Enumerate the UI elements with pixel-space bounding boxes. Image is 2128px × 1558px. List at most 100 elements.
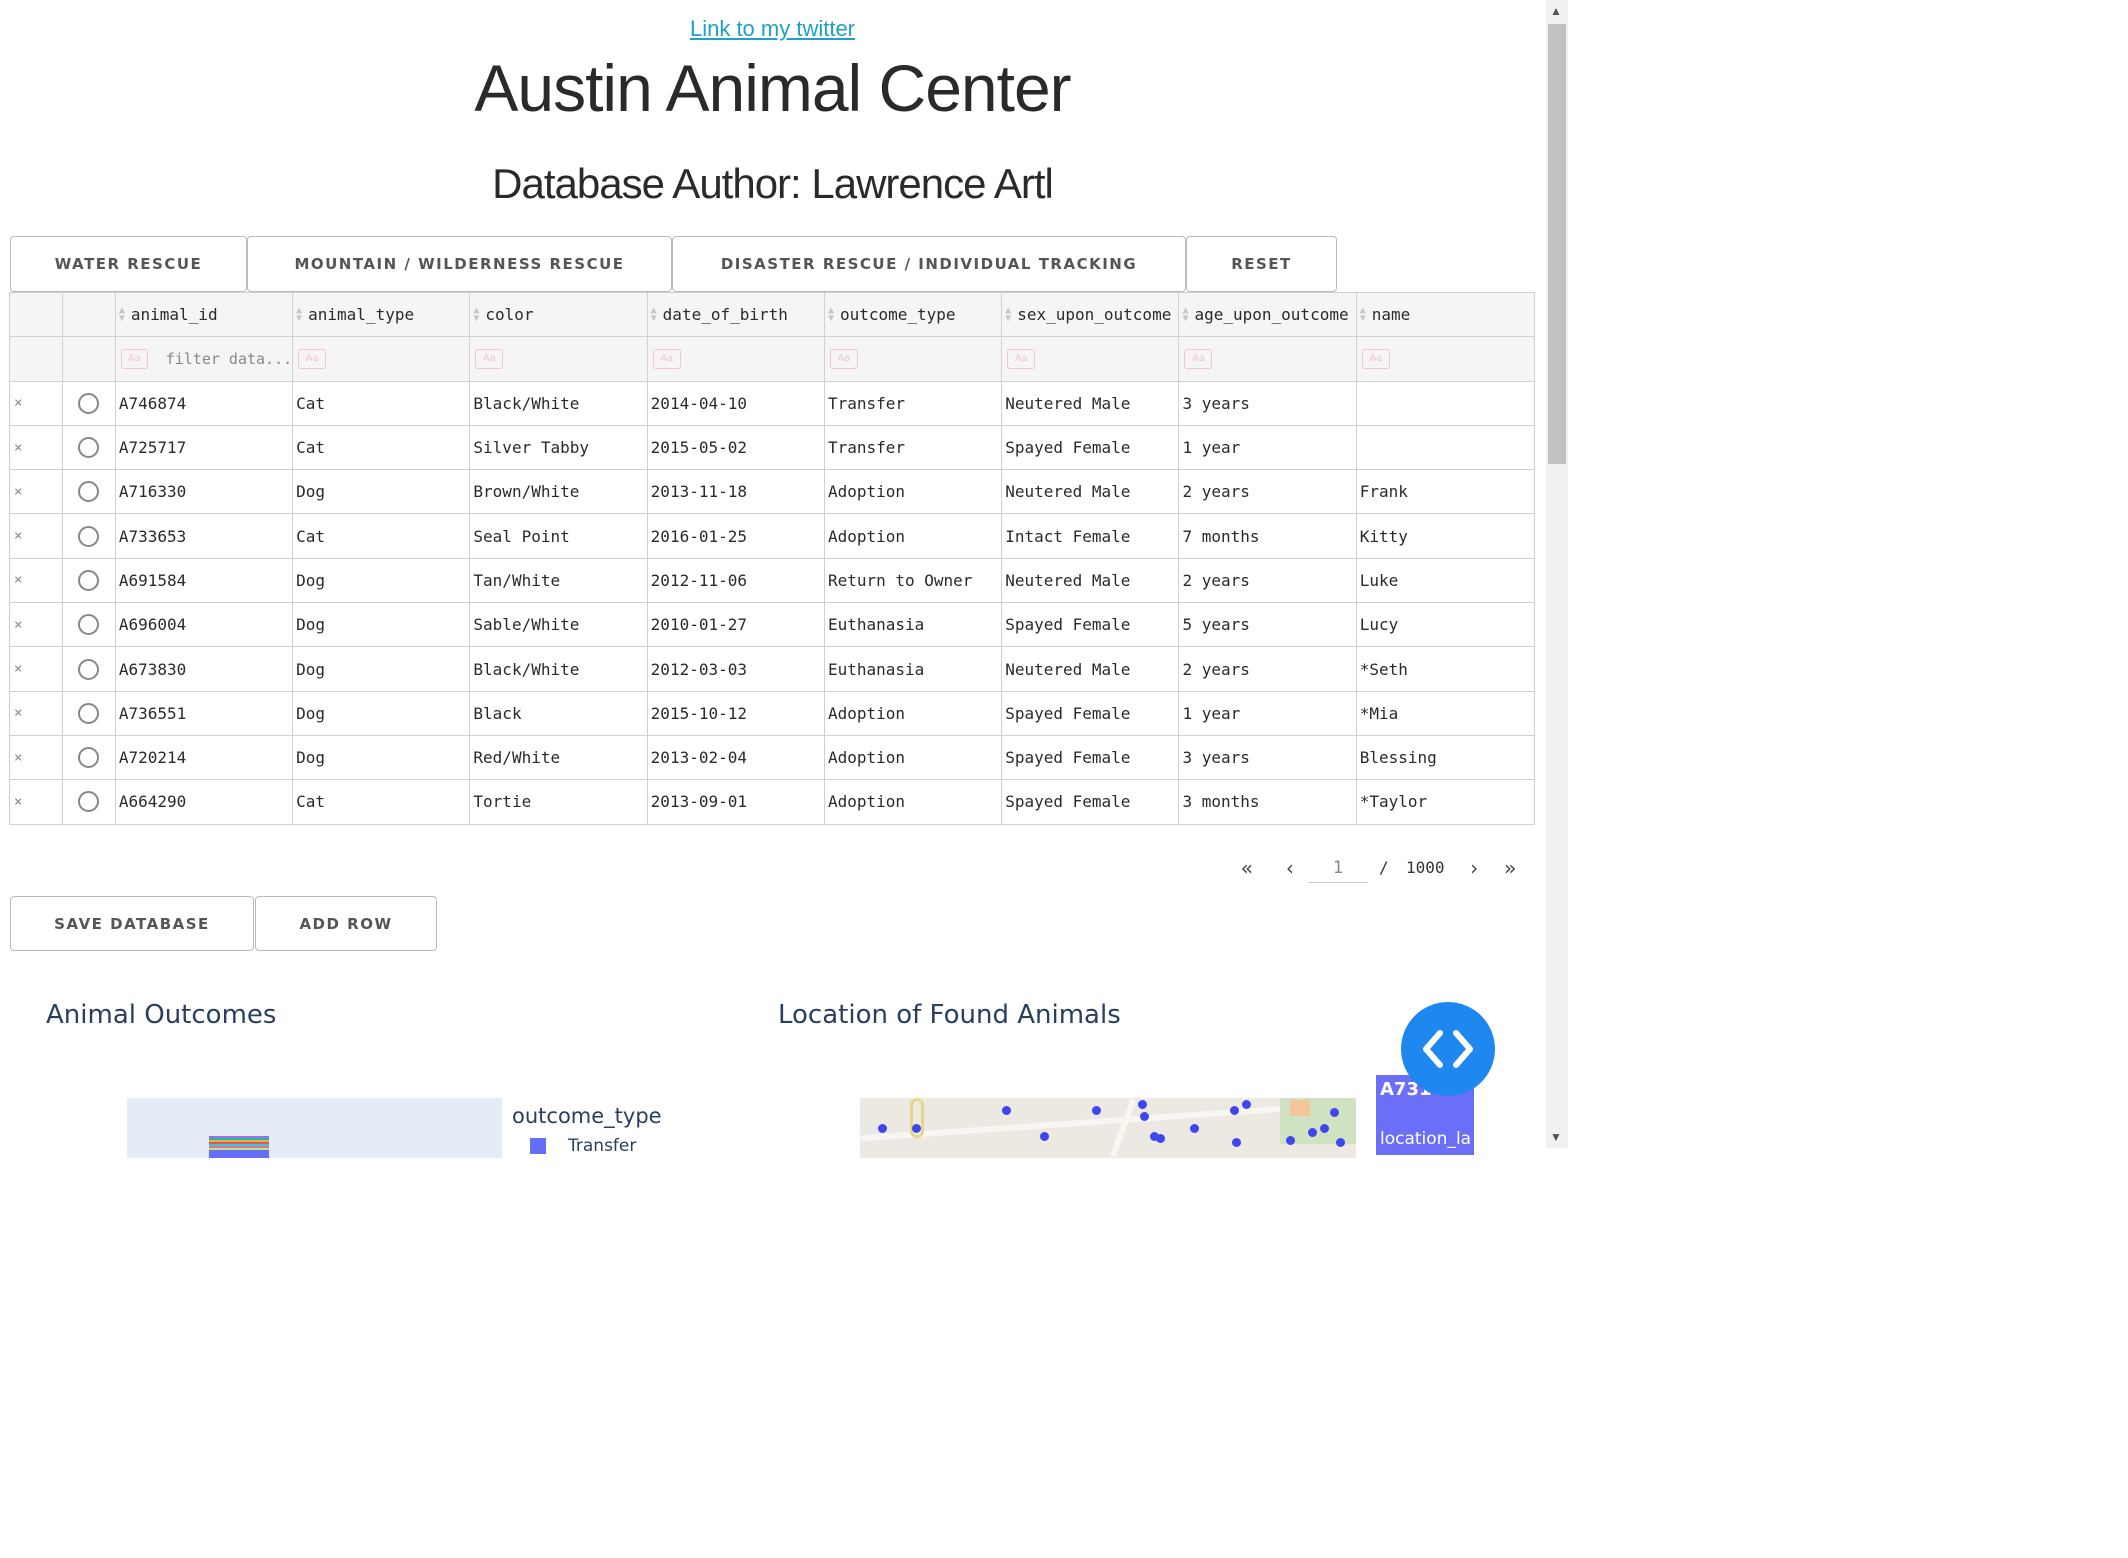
sort-icon[interactable]: ▲ ▼ <box>651 305 661 323</box>
row-select-cell[interactable] <box>63 425 116 470</box>
cell-name[interactable]: Blessing <box>1357 736 1534 779</box>
cell-color[interactable]: Black/White <box>470 647 648 691</box>
cell-age-upon-outcome[interactable]: 2 years <box>1179 470 1357 514</box>
delete-row-button[interactable]: × <box>10 647 63 691</box>
delete-row-button[interactable]: × <box>10 780 63 824</box>
map-marker[interactable] <box>1330 1108 1339 1117</box>
map-marker[interactable] <box>1320 1124 1329 1133</box>
map-marker[interactable] <box>1140 1112 1149 1121</box>
delete-row-button[interactable]: × <box>10 425 63 470</box>
cell-outcome-type[interactable]: Transfer <box>825 425 1003 470</box>
map-marker[interactable] <box>1092 1106 1101 1115</box>
row-select-cell[interactable] <box>63 470 116 514</box>
map-marker[interactable] <box>1242 1100 1251 1109</box>
sort-icon[interactable]: ▲ ▼ <box>119 305 129 323</box>
cell-animal-id[interactable]: A664290 <box>116 780 294 824</box>
cell-color[interactable]: Red/White <box>470 735 648 780</box>
cell-age-upon-outcome[interactable]: 1 year <box>1179 425 1357 470</box>
cell-date-of-birth[interactable]: 2010-01-27 <box>648 603 825 647</box>
radio-icon[interactable] <box>78 747 100 769</box>
cell-color[interactable]: Sable/White <box>470 603 648 647</box>
delete-row-button[interactable]: × <box>10 691 63 735</box>
first-page-button[interactable]: « <box>1241 856 1253 880</box>
cell-name[interactable]: *Mia <box>1357 692 1534 735</box>
delete-row-button[interactable]: × <box>10 514 63 558</box>
delete-row-button[interactable]: × <box>10 381 63 425</box>
cell-date-of-birth[interactable]: 2012-03-03 <box>648 647 825 691</box>
sort-icon[interactable]: ▲ ▼ <box>1182 305 1192 323</box>
cell-sex-upon-outcome[interactable]: Neutered Male <box>1002 470 1180 514</box>
cell-date-of-birth[interactable]: 2015-10-12 <box>648 691 825 735</box>
page-scrollbar[interactable]: ▲ ▼ <box>1546 0 1568 1148</box>
table-row[interactable]: × A673830 Dog Black/White 2012-03-03 Euthanas… <box>10 647 1534 692</box>
cell-age-upon-outcome[interactable]: 2 years <box>1179 647 1357 691</box>
cell-sex-upon-outcome[interactable]: Intact Female <box>1002 514 1180 558</box>
filter-cell-age-upon-outcome[interactable]: Aa <box>1179 337 1357 381</box>
filter-cell-date-of-birth[interactable]: Aa <box>648 337 825 381</box>
cell-age-upon-outcome[interactable]: 3 years <box>1179 735 1357 780</box>
case-toggle-icon[interactable]: Aa <box>652 348 681 369</box>
filter-cell-animal-type[interactable]: Aa <box>293 337 471 381</box>
radio-icon[interactable] <box>78 392 100 414</box>
cell-outcome-type[interactable]: Adoption <box>825 691 1003 735</box>
filter-cell-animal-id[interactable]: Aa filter data... <box>116 337 294 381</box>
cell-color[interactable]: Seal Point <box>470 514 648 558</box>
case-toggle-icon[interactable]: Aa <box>1361 348 1390 369</box>
filter-cell-color[interactable]: Aa <box>470 337 648 381</box>
outcomes-chart-plot[interactable] <box>127 1098 502 1158</box>
legend-item-transfer[interactable]: Transfer <box>530 1136 636 1156</box>
filter-cell-outcome-type[interactable]: Aa <box>825 337 1003 381</box>
cell-outcome-type[interactable]: Euthanasia <box>825 647 1003 691</box>
cell-name[interactable]: Luke <box>1357 559 1534 602</box>
cell-age-upon-outcome[interactable]: 1 year <box>1179 691 1357 735</box>
cell-color[interactable]: Silver Tabby <box>470 425 648 470</box>
table-row[interactable]: × A733653 Cat Seal Point 2016-01-25 Adoption I… <box>10 514 1534 559</box>
row-select-cell[interactable] <box>63 514 116 558</box>
save-database-button[interactable]: SAVE DATABASE <box>10 896 254 951</box>
cell-date-of-birth[interactable]: 2012-11-06 <box>648 558 825 603</box>
cell-age-upon-outcome[interactable]: 5 years <box>1179 603 1357 647</box>
cell-age-upon-outcome[interactable]: 3 months <box>1179 780 1357 824</box>
table-row[interactable]: × A720214 Dog Red/White 2013-02-04 Adoption Sp… <box>10 735 1534 781</box>
case-toggle-icon[interactable]: Aa <box>298 348 327 369</box>
radio-icon[interactable] <box>78 437 100 459</box>
cell-animal-id[interactable]: A720214 <box>116 735 294 780</box>
radio-icon[interactable] <box>78 525 100 547</box>
cell-animal-id[interactable]: A725717 <box>116 425 294 470</box>
delete-row-button[interactable]: × <box>10 470 63 514</box>
cell-sex-upon-outcome[interactable]: Spayed Female <box>1002 425 1180 470</box>
map-marker[interactable] <box>1002 1106 1011 1115</box>
code-toggle-button[interactable] <box>1401 1002 1495 1096</box>
column-header-name[interactable]: ▲ ▼ name <box>1357 293 1534 336</box>
next-page-button[interactable]: › <box>1468 856 1480 880</box>
radio-icon[interactable] <box>78 481 100 503</box>
map-marker[interactable] <box>1336 1138 1345 1147</box>
map-marker[interactable] <box>1232 1138 1241 1147</box>
cell-date-of-birth[interactable]: 2016-01-25 <box>648 514 825 558</box>
row-select-cell[interactable] <box>63 691 116 735</box>
cell-age-upon-outcome[interactable]: 2 years <box>1179 558 1357 603</box>
column-header-animal-type[interactable]: ▲ ▼ animal_type <box>293 293 471 337</box>
cell-outcome-type[interactable]: Adoption <box>825 470 1003 514</box>
column-header-date-of-birth[interactable]: ▲ ▼ date_of_birth <box>648 293 825 337</box>
cell-outcome-type[interactable]: Transfer <box>825 381 1003 425</box>
column-header-color[interactable]: ▲ ▼ color <box>470 293 648 337</box>
scrollbar-thumb[interactable] <box>1548 24 1566 464</box>
cell-animal-type[interactable]: Cat <box>293 514 471 558</box>
column-header-animal-id[interactable]: ▲ ▼ animal_id <box>116 293 294 337</box>
add-row-button[interactable]: ADD ROW <box>255 896 437 951</box>
map-marker[interactable] <box>1040 1132 1049 1141</box>
case-toggle-icon[interactable]: Aa <box>1184 348 1213 369</box>
case-toggle-icon[interactable]: Aa <box>1007 348 1036 369</box>
cell-outcome-type[interactable]: Return to Owner <box>825 558 1003 603</box>
column-header-outcome-type[interactable]: ▲ ▼ outcome_type <box>825 293 1003 337</box>
row-select-cell[interactable] <box>63 735 116 780</box>
cell-name[interactable] <box>1357 382 1534 425</box>
cell-animal-id[interactable]: A716330 <box>116 470 294 514</box>
case-toggle-icon[interactable]: Aa <box>120 348 148 369</box>
delete-row-button[interactable]: × <box>10 558 63 603</box>
cell-animal-type[interactable]: Dog <box>293 735 471 780</box>
delete-row-button[interactable]: × <box>10 735 63 780</box>
map-marker[interactable] <box>1308 1128 1317 1137</box>
cell-sex-upon-outcome[interactable]: Spayed Female <box>1002 735 1180 780</box>
